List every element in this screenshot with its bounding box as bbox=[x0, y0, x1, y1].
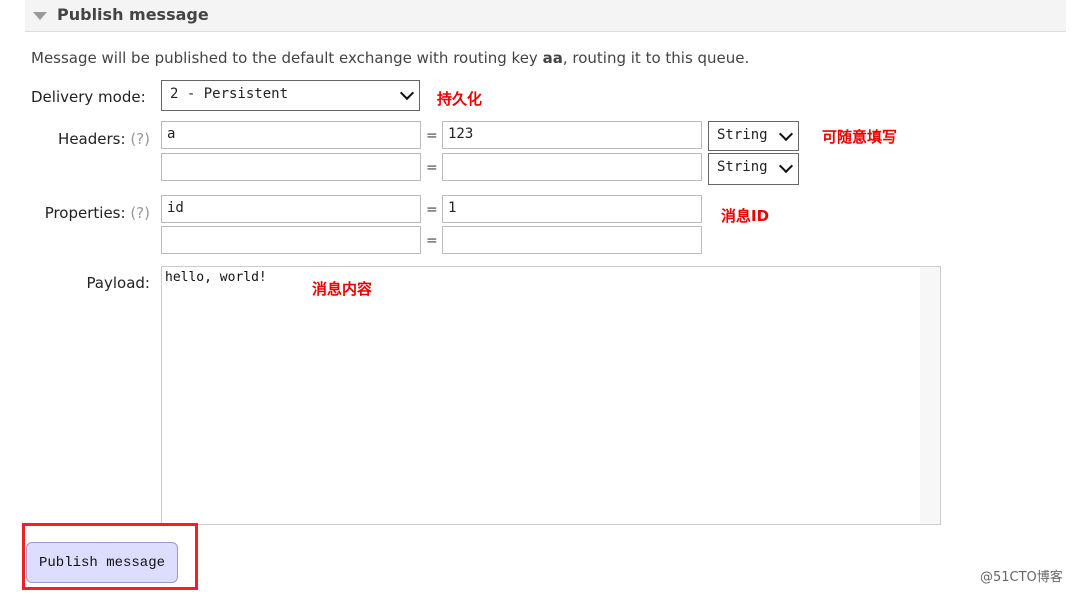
annotation-persistent: 持久化 bbox=[437, 90, 483, 108]
payload-label: Payload: bbox=[86, 274, 150, 292]
section-title[interactable]: Publish message bbox=[57, 5, 209, 24]
property-key-input[interactable] bbox=[161, 226, 421, 254]
annotation-properties: 消息ID bbox=[721, 207, 770, 225]
header-key-input[interactable]: a bbox=[161, 121, 421, 149]
headers-label: Headers: (?) bbox=[58, 130, 150, 148]
chevron-down-icon bbox=[778, 126, 794, 142]
publish-message-button[interactable]: Publish message bbox=[26, 542, 178, 583]
annotation-headers: 可随意填写 bbox=[822, 128, 898, 146]
property-key-input[interactable]: id bbox=[161, 195, 421, 223]
delivery-mode-select[interactable]: 2 - Persistent bbox=[161, 80, 420, 111]
header-value-input[interactable] bbox=[442, 153, 702, 181]
header-key-input[interactable] bbox=[161, 153, 421, 181]
equals: = bbox=[426, 202, 438, 218]
property-value-input[interactable]: 1 bbox=[442, 195, 702, 223]
annotation-payload: 消息内容 bbox=[312, 280, 373, 298]
header-type-select[interactable]: String bbox=[708, 153, 799, 185]
scrollbar[interactable] bbox=[920, 267, 940, 524]
equals: = bbox=[426, 128, 438, 144]
header-type-select[interactable]: String bbox=[708, 121, 799, 151]
equals: = bbox=[426, 160, 438, 176]
description: Message will be published to the default… bbox=[31, 49, 750, 67]
property-value-input[interactable] bbox=[442, 226, 702, 254]
payload-textarea[interactable]: hello, world! bbox=[161, 266, 941, 525]
chevron-down-icon bbox=[399, 85, 415, 101]
header-value-input[interactable]: 123 bbox=[442, 121, 702, 149]
watermark: @51CTO博客 bbox=[980, 570, 1063, 585]
delivery-mode-label: Delivery mode: bbox=[31, 88, 146, 106]
triangle-down-icon[interactable] bbox=[33, 12, 47, 20]
properties-label: Properties: (?) bbox=[44, 204, 150, 222]
equals: = bbox=[426, 233, 438, 249]
chevron-down-icon bbox=[778, 158, 794, 174]
